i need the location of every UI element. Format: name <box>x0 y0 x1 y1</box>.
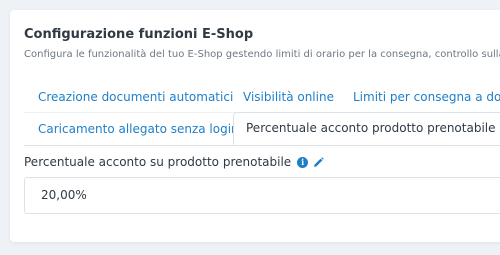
tab-percentuale-acconto[interactable]: Percentuale acconto prodotto prenotabile <box>233 112 500 145</box>
pencil-icon[interactable] <box>313 156 324 168</box>
percentuale-acconto-label: Percentuale acconto su prodotto prenotab… <box>24 155 292 169</box>
tab-limiti-consegna[interactable]: Limiti per consegna a domi <box>353 90 500 104</box>
tab-bar: Creazione documenti automatici Visibilit… <box>24 78 500 148</box>
tabs-bottom-border <box>24 145 500 146</box>
field-label-row: Percentuale acconto su prodotto prenotab… <box>24 155 324 169</box>
eshop-config-card: Configurazione funzioni E-Shop Configura… <box>10 10 500 242</box>
tab-visibilita-online[interactable]: Visibilità online <box>243 90 334 104</box>
section-subtitle: Configura le funzionalità del tuo E-Shop… <box>24 49 500 60</box>
tab-caricamento-allegato[interactable]: Caricamento allegato senza login <box>38 122 239 136</box>
percentuale-acconto-input[interactable]: 20,00% <box>24 177 500 214</box>
section-title: Configurazione funzioni E-Shop <box>24 27 254 42</box>
info-icon[interactable]: i <box>297 156 309 168</box>
tab-creazione-documenti[interactable]: Creazione documenti automatici <box>38 90 233 104</box>
